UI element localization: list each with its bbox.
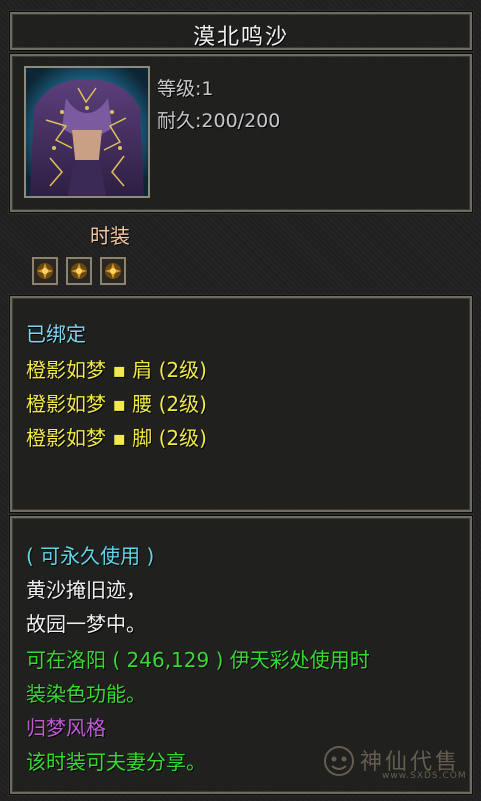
gem-icon: [105, 263, 121, 279]
set-item-waist: 橙影如梦 ▪ 腰 (2级): [26, 392, 207, 416]
level-value: 1: [201, 78, 214, 100]
style-text: 归梦风格: [26, 716, 106, 740]
usage-text: ( 可永久使用 ): [26, 544, 155, 568]
item-type: 时装: [90, 224, 130, 248]
level-label: 等级: [157, 78, 196, 100]
costume-image: [26, 68, 148, 196]
item-type-area: 时装: [10, 216, 472, 294]
gem-slot-2[interactable]: [66, 257, 92, 285]
gem-icon: [71, 263, 87, 279]
durability-value: 200/200: [201, 110, 281, 132]
bind-status: 已绑定: [26, 322, 86, 346]
bind-panel: 已绑定 橙影如梦 ▪ 肩 (2级) 橙影如梦 ▪ 腰 (2级) 橙影如梦 ▪ 脚…: [9, 295, 473, 513]
watermark: 神仙代售 www.SXDS.COM: [320, 740, 470, 784]
item-durability: 耐久:200/200: [157, 106, 280, 133]
item-name: 漠北鸣沙: [192, 25, 289, 50]
title-bar: 漠北鸣沙: [9, 11, 473, 51]
dye-line-1: 可在洛阳 ( 246,129 ) 伊天彩处使用时: [26, 648, 370, 672]
item-info-panel: 等级:1 耐久:200/200: [9, 53, 473, 213]
poem-line-2: 故园一梦中。: [26, 612, 146, 636]
watermark-url: www.SXDS.COM: [382, 771, 467, 781]
set-item-shoulder: 橙影如梦 ▪ 肩 (2级): [26, 358, 207, 382]
gem-icon: [37, 263, 53, 279]
dye-line-2: 装染色功能。: [26, 682, 146, 706]
item-portrait: [24, 66, 150, 198]
share-text: 该时装可夫妻分享。: [26, 750, 206, 774]
gem-slot-3[interactable]: [100, 257, 126, 285]
durability-label: 耐久: [157, 110, 196, 132]
watermark-logo-icon: [324, 746, 354, 776]
poem-line-1: 黄沙掩旧迹，: [26, 578, 146, 602]
item-level: 等级:1: [157, 74, 214, 101]
item-tooltip: 漠北鸣沙 等级:1 耐久:200/200 时装 已绑定 橙影如梦 ▪ 肩 (2级…: [0, 0, 481, 801]
gem-slot-1[interactable]: [32, 257, 58, 285]
set-item-foot: 橙影如梦 ▪ 脚 (2级): [26, 426, 207, 450]
